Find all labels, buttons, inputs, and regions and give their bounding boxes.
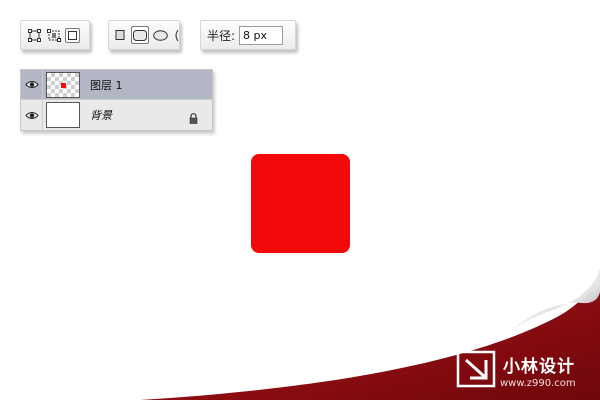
brand-name: 小林设计 xyxy=(503,357,575,377)
page-curl-decoration xyxy=(140,270,600,400)
brand-url: www.z990.com xyxy=(500,378,576,389)
